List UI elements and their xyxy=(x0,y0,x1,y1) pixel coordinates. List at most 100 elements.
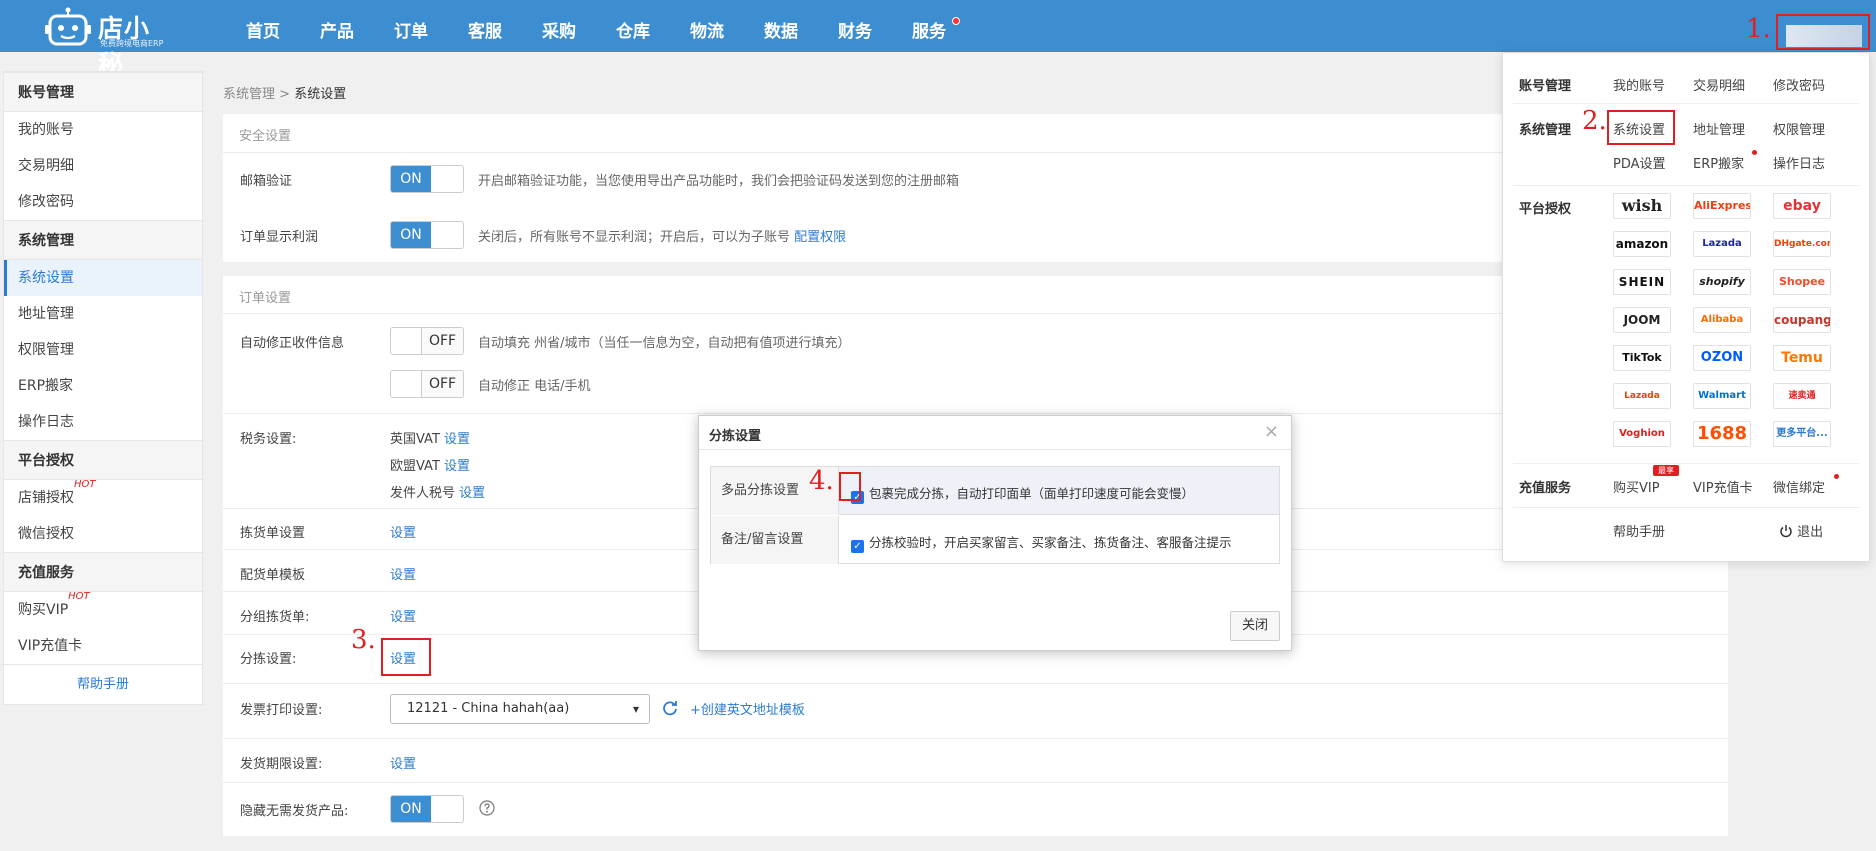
sorting-set-link[interactable]: 设置 xyxy=(390,648,416,667)
invoice-print-label: 发票打印设置: xyxy=(240,703,323,718)
brand-logo[interactable]: 店小秘 免费跨境电商ERP xyxy=(44,4,174,79)
sidebar-item-address[interactable]: 地址管理 xyxy=(4,296,202,332)
panel-item-address[interactable]: 地址管理 xyxy=(1693,119,1745,138)
new-dot xyxy=(1834,474,1839,479)
tax-uk-set-link[interactable]: 设置 xyxy=(444,432,470,447)
panel-item-wechat-bind[interactable]: 微信绑定 xyxy=(1773,477,1825,496)
nav-logistics[interactable]: 物流 xyxy=(690,0,724,52)
nav-data[interactable]: 数据 xyxy=(764,0,798,52)
nav-services[interactable]: 服务 xyxy=(912,0,946,52)
sidebar-help-link[interactable]: 帮助手册 xyxy=(4,664,202,704)
nav-purchase[interactable]: 采购 xyxy=(542,0,576,52)
packing-template-set-link[interactable]: 设置 xyxy=(390,564,416,583)
nav-service[interactable]: 客服 xyxy=(468,0,502,52)
sidebar-item-buy-vip[interactable]: 购买VIPHOT xyxy=(4,592,202,628)
picklist-set-link[interactable]: 设置 xyxy=(390,522,416,541)
user-menu-panel: 账号管理 我的账号 交易明细 修改密码 系统管理 2. 系统设置 地址管理 权限… xyxy=(1502,52,1870,562)
sidebar-item-op-log[interactable]: 操作日志 xyxy=(4,404,202,440)
nav-product[interactable]: 产品 xyxy=(320,0,354,52)
sidebar-item-permissions[interactable]: 权限管理 xyxy=(4,332,202,368)
config-permission-link[interactable]: 配置权限 xyxy=(794,230,846,245)
platform-ebay[interactable]: ebay xyxy=(1773,193,1831,219)
email-verify-toggle[interactable]: ON xyxy=(390,165,464,193)
sorting-settings-dialog: 分拣设置 × 多品分拣设置 ✓ 包裹完成分拣，自动打印面单（面单打印速度可能会变慢… xyxy=(698,415,1292,651)
user-avatar-highlight[interactable] xyxy=(1776,14,1870,50)
platform-1688[interactable]: 1688 xyxy=(1693,421,1751,447)
platform-voghion[interactable]: Voghion xyxy=(1613,421,1671,447)
nav-order[interactable]: 订单 xyxy=(394,0,428,52)
platform-coupang[interactable]: coupang xyxy=(1773,307,1831,333)
invoice-template-select[interactable]: 12121 - China hahah(aa) ▾ xyxy=(390,694,650,724)
platform-amazon[interactable]: amazon xyxy=(1613,231,1671,257)
platform-tiktok[interactable]: TikTok xyxy=(1613,345,1671,371)
platform-shein[interactable]: SHEIN xyxy=(1613,269,1671,295)
breadcrumb-parent[interactable]: 系统管理 xyxy=(223,87,275,102)
panel-item-change-password[interactable]: 修改密码 xyxy=(1773,75,1825,94)
create-en-address-link[interactable]: +创建英文地址模板 xyxy=(690,699,805,718)
panel-item-my-account[interactable]: 我的账号 xyxy=(1613,75,1665,94)
dialog-close-button[interactable]: 关闭 xyxy=(1230,611,1280,641)
order-profit-toggle[interactable]: ON xyxy=(390,221,464,249)
sidebar-group-system: 系统管理 xyxy=(4,220,202,260)
hide-no-ship-toggle[interactable]: ON xyxy=(390,795,464,823)
platform-shopify[interactable]: shopify xyxy=(1693,269,1751,295)
panel-item-permissions[interactable]: 权限管理 xyxy=(1773,119,1825,138)
sidebar-item-my-account[interactable]: 我的账号 xyxy=(4,112,202,148)
platform-ozon[interactable]: OZON xyxy=(1693,345,1751,371)
help-circle-icon[interactable] xyxy=(479,800,495,816)
platform-temu[interactable]: Temu xyxy=(1773,345,1831,371)
ship-deadline-set-link[interactable]: 设置 xyxy=(390,753,416,772)
autofix-state-toggle[interactable]: OFF xyxy=(390,327,464,355)
sidebar-item-vip-card[interactable]: VIP充值卡 xyxy=(4,628,202,664)
platform-dhgate[interactable]: DHgate.com xyxy=(1773,231,1831,257)
autofix-phone-desc: 自动修正 电话/手机 xyxy=(478,379,591,394)
sidebar-item-transactions[interactable]: 交易明细 xyxy=(4,148,202,184)
platform-shopee[interactable]: Shopee xyxy=(1773,269,1831,295)
platform-aliexpress-choice[interactable]: 速卖通 xyxy=(1773,383,1831,409)
panel-item-transactions[interactable]: 交易明细 xyxy=(1693,75,1745,94)
panel-item-vip-card[interactable]: VIP充值卡 xyxy=(1693,477,1753,496)
panel-item-pda[interactable]: PDA设置 xyxy=(1613,153,1666,172)
tax-sender-set-link[interactable]: 设置 xyxy=(459,486,485,501)
sidebar-item-wechat-auth[interactable]: 微信授权 xyxy=(4,516,202,552)
remark-setting-option[interactable]: ✓ 分拣校验时，开启买家留言、买家备注、拣货备注、客服备注提示 xyxy=(851,532,1232,553)
platform-alibaba[interactable]: Alibaba xyxy=(1693,307,1751,333)
close-icon[interactable]: × xyxy=(1264,421,1279,442)
breadcrumb-separator: > xyxy=(279,87,291,102)
divider xyxy=(223,782,1728,783)
tax-eu-label: 欧盟VAT xyxy=(390,459,440,474)
platform-more[interactable]: 更多平台... xyxy=(1773,421,1831,447)
group-pick-label: 分组拣货单: xyxy=(240,610,310,625)
platform-joom[interactable]: JOOM xyxy=(1613,307,1671,333)
nav-home[interactable]: 首页 xyxy=(246,0,280,52)
autofix-phone-toggle[interactable]: OFF xyxy=(390,370,464,398)
platform-lazada-global[interactable]: Lazada xyxy=(1613,383,1671,409)
platform-aliexpress[interactable]: AliExpress xyxy=(1693,193,1751,219)
panel-item-op-log[interactable]: 操作日志 xyxy=(1773,153,1825,172)
refresh-icon[interactable] xyxy=(662,700,678,716)
hot-badge: HOT xyxy=(68,591,90,602)
nav-finance[interactable]: 财务 xyxy=(838,0,872,52)
divider xyxy=(1513,103,1859,104)
sidebar-item-system-settings[interactable]: 系统设置 xyxy=(4,260,202,296)
multi-item-sort-option[interactable]: ✓ 包裹完成分拣，自动打印面单（面单打印速度可能会变慢） xyxy=(851,483,1194,504)
divider xyxy=(1513,463,1859,464)
panel-item-system-settings[interactable]: 系统设置 xyxy=(1613,119,1665,138)
group-pick-set-link[interactable]: 设置 xyxy=(390,606,416,625)
order-profit-desc: 关闭后，所有账号不显示利润；开启后，可以为子账号 配置权限 xyxy=(478,226,846,245)
panel-item-erp-move[interactable]: ERP搬家 xyxy=(1693,153,1744,172)
platform-lazada[interactable]: Lazada xyxy=(1693,231,1751,257)
panel-help-link[interactable]: 帮助手册 xyxy=(1613,521,1665,540)
platform-wish[interactable]: wish xyxy=(1613,193,1671,219)
sidebar-item-change-password[interactable]: 修改密码 xyxy=(4,184,202,220)
sidebar-item-store-auth[interactable]: 店铺授权HOT xyxy=(4,480,202,516)
sidebar-item-erp-move[interactable]: ERP搬家 xyxy=(4,368,202,404)
panel-group-system: 系统管理 xyxy=(1519,123,1572,138)
nav-warehouse[interactable]: 仓库 xyxy=(616,0,650,52)
avatar[interactable] xyxy=(1786,25,1862,47)
logout-button[interactable]: 退出 xyxy=(1779,521,1823,540)
tax-eu-set-link[interactable]: 设置 xyxy=(444,459,470,474)
panel-item-buy-vip[interactable]: 购买VIP xyxy=(1613,477,1660,496)
platform-walmart[interactable]: Walmart xyxy=(1693,383,1751,409)
checkbox-checked-icon[interactable]: ✓ xyxy=(851,540,864,553)
